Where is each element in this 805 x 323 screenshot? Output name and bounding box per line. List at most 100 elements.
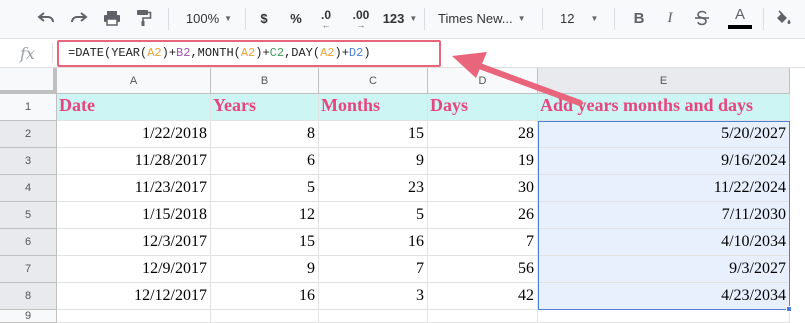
header-cell[interactable]: Add years months and days <box>538 94 790 121</box>
row-header-8[interactable]: 8 <box>0 283 57 310</box>
table-cell[interactable]: 7/11/2030 <box>538 202 790 229</box>
fill-handle[interactable] <box>786 306 792 312</box>
table-cell[interactable]: 6 <box>211 148 319 175</box>
table-cell[interactable]: 9 <box>319 148 428 175</box>
header-cell[interactable]: Months <box>319 94 428 121</box>
increase-decimal-button[interactable]: .00 → <box>346 4 376 32</box>
row-header-2[interactable]: 2 <box>0 121 57 148</box>
formula-text: )+ <box>161 46 177 60</box>
table-cell[interactable]: 28 <box>428 121 538 148</box>
column-header-b[interactable]: B <box>211 68 319 94</box>
header-cell[interactable]: Date <box>57 94 211 121</box>
table-cell[interactable]: 12/12/2017 <box>57 283 211 310</box>
formula-text: ) <box>363 46 371 60</box>
table-cell[interactable]: 15 <box>319 121 428 148</box>
toolbar-divider <box>245 8 246 30</box>
font-size-select[interactable]: 12 ▼ <box>552 4 606 32</box>
column-header-c[interactable]: C <box>319 68 428 94</box>
strikethrough-icon[interactable] <box>690 4 714 32</box>
table-cell[interactable]: 56 <box>428 256 538 283</box>
table-cell[interactable]: 9/3/2027 <box>538 256 790 283</box>
table-cell[interactable]: 12/3/2017 <box>57 229 211 256</box>
row-header-6[interactable]: 6 <box>0 229 57 256</box>
formula-input[interactable]: =DATE(YEAR(A2)+B2,MONTH(A2)+C2,DAY(A2)+D… <box>57 40 441 67</box>
text-color-bar <box>728 25 752 29</box>
table-cell[interactable] <box>211 310 319 323</box>
formula-ref-a2: A2 <box>147 46 162 60</box>
row-header-1[interactable]: 1 <box>0 94 57 121</box>
table-cell[interactable]: 16 <box>211 283 319 310</box>
table-cell[interactable] <box>319 310 428 323</box>
formula-ref-d2: D2 <box>348 46 364 60</box>
table-cell[interactable] <box>538 310 790 323</box>
percent-format-button[interactable]: % <box>285 4 307 32</box>
table-cell[interactable]: 1/15/2018 <box>57 202 211 229</box>
table-cell[interactable]: 12/9/2017 <box>57 256 211 283</box>
column-header-d[interactable]: D <box>428 68 538 94</box>
table-cell[interactable]: 26 <box>428 202 538 229</box>
formula-bar-divider <box>52 43 53 63</box>
table-cell[interactable]: 12 <box>211 202 319 229</box>
table-cell[interactable]: 8 <box>211 121 319 148</box>
formula-bar: fx =DATE(YEAR(A2)+B2,MONTH(A2)+C2,DAY(A2… <box>0 38 805 68</box>
font-family-select[interactable]: Times New... ▼ <box>432 4 532 32</box>
number-format-select[interactable]: 123 ▼ <box>380 4 420 32</box>
formula-ref-a2: A2 <box>320 46 335 60</box>
formula-text: =DATE(YEAR( <box>68 46 148 60</box>
table-cell[interactable]: 11/23/2017 <box>57 175 211 202</box>
chevron-down-icon: ▼ <box>590 13 599 23</box>
formula-text: ,DAY( <box>284 46 321 60</box>
table-cell[interactable]: 3 <box>319 283 428 310</box>
table-cell[interactable]: 9/16/2024 <box>538 148 790 175</box>
column-header-a[interactable]: A <box>57 68 211 94</box>
row-header-3[interactable]: 3 <box>0 148 57 175</box>
fill-color-icon[interactable] <box>770 4 796 32</box>
column-header-e[interactable]: E <box>538 68 790 94</box>
table-cell[interactable]: 9 <box>211 256 319 283</box>
table-cell[interactable]: 4/10/2034 <box>538 229 790 256</box>
row-header-5[interactable]: 5 <box>0 202 57 229</box>
table-cell[interactable]: 16 <box>319 229 428 256</box>
table-cell[interactable] <box>428 310 538 323</box>
table-cell[interactable]: 1/22/2018 <box>57 121 211 148</box>
redo-icon[interactable] <box>66 4 92 32</box>
table-cell[interactable]: 7 <box>319 256 428 283</box>
row-header-7[interactable]: 7 <box>0 256 57 283</box>
table-cell[interactable]: 42 <box>428 283 538 310</box>
table-cell[interactable]: 19 <box>428 148 538 175</box>
currency-format-button[interactable]: $ <box>253 4 275 32</box>
chevron-down-icon: ▼ <box>517 13 526 23</box>
formula-ref-b2: B2 <box>176 46 191 60</box>
paint-format-icon[interactable] <box>131 4 157 32</box>
fx-icon: fx <box>20 44 35 63</box>
select-all-corner[interactable] <box>0 68 57 94</box>
header-cell[interactable]: Years <box>211 94 319 121</box>
table-cell[interactable]: 4/23/2034 <box>538 283 790 310</box>
table-cell[interactable]: 5 <box>319 202 428 229</box>
table-cell[interactable]: 5/20/2027 <box>538 121 790 148</box>
italic-button[interactable]: I <box>658 4 682 32</box>
arrow-right-icon: → <box>356 20 366 30</box>
decrease-decimal-button[interactable]: .0 ← <box>313 4 339 32</box>
spreadsheet-grid: A B C D E 1 Date Years Months Days Add years month… <box>0 68 805 323</box>
chevron-down-icon: ▼ <box>409 13 418 23</box>
table-cell[interactable] <box>57 310 211 323</box>
arrow-left-icon: ← <box>321 20 331 30</box>
table-cell[interactable]: 7 <box>428 229 538 256</box>
text-color-button[interactable]: A <box>727 4 753 32</box>
formula-text: )+ <box>334 46 349 60</box>
row-header-4[interactable]: 4 <box>0 175 57 202</box>
table-cell[interactable]: 30 <box>428 175 538 202</box>
undo-icon[interactable] <box>33 4 59 32</box>
print-icon[interactable] <box>99 4 125 32</box>
table-cell[interactable]: 5 <box>211 175 319 202</box>
bold-button[interactable]: B <box>627 4 651 32</box>
table-cell[interactable]: 11/28/2017 <box>57 148 211 175</box>
table-cell[interactable]: 11/22/2024 <box>538 175 790 202</box>
formula-text: )+ <box>255 46 270 60</box>
row-header-9[interactable]: 9 <box>0 310 57 323</box>
table-cell[interactable]: 15 <box>211 229 319 256</box>
zoom-select[interactable]: 100% ▼ <box>178 4 240 32</box>
header-cell[interactable]: Days <box>428 94 538 121</box>
table-cell[interactable]: 23 <box>319 175 428 202</box>
